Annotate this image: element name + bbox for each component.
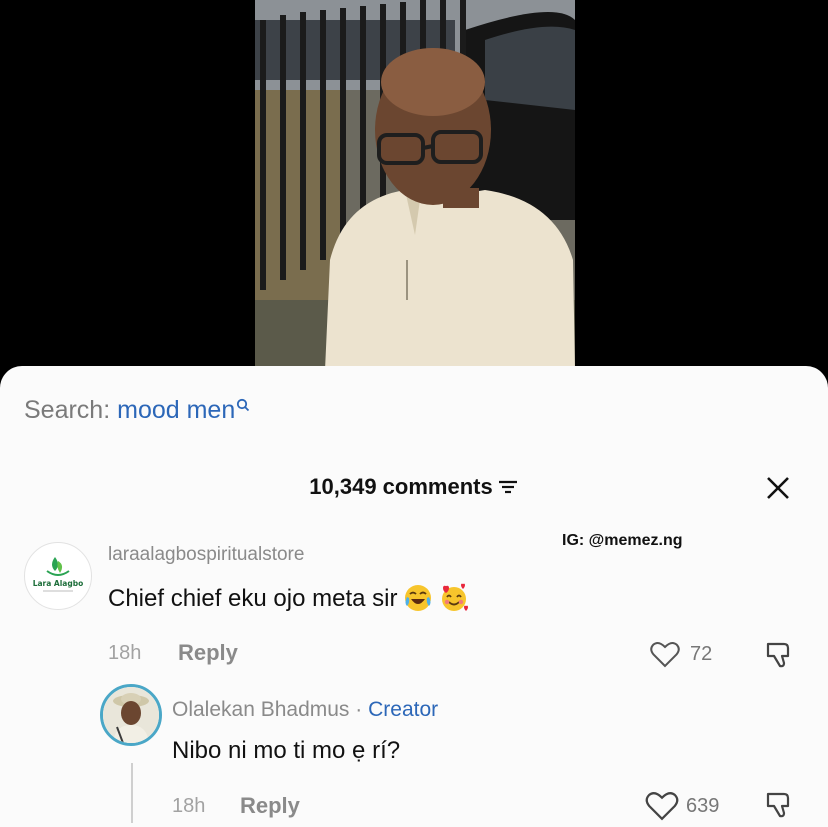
reply-reply-button[interactable]: Reply <box>240 793 300 819</box>
video-still-image <box>255 0 575 370</box>
comment-text: Chief chief eku ojo meta sir <box>108 583 469 613</box>
comment-text-body: Chief chief eku ojo meta sir <box>108 585 398 612</box>
thread-line <box>131 763 133 823</box>
close-icon[interactable] <box>766 476 790 500</box>
search-query[interactable]: mood men <box>117 396 235 424</box>
search-suggestion[interactable]: Search: mood men <box>24 396 250 425</box>
comments-count-header: 10,349 comments <box>0 474 828 500</box>
video-frame[interactable] <box>255 0 575 370</box>
dislike-icon[interactable] <box>764 640 796 672</box>
reply-text: Nibo ni mo ti mo ẹ rí? <box>172 737 401 764</box>
creator-avatar-photo <box>103 687 159 743</box>
heart-icon[interactable] <box>650 641 680 668</box>
creator-badge: Creator <box>368 698 439 721</box>
comment-time: 18h <box>108 642 142 664</box>
avatar-laraalagbo[interactable]: Lara Alagbo <box>24 542 92 610</box>
comment-username[interactable]: laraalagbospiritualstore <box>108 544 304 566</box>
comment-like-count: 72 <box>690 643 713 665</box>
comment-reply-button[interactable]: Reply <box>178 640 238 666</box>
reply-username[interactable]: Olalekan Bhadmus <box>172 698 349 721</box>
heart-icon[interactable] <box>644 791 680 821</box>
reply-separator: · <box>355 698 363 721</box>
reply-time: 18h <box>172 795 206 817</box>
reply-author: Olalekan Bhadmus · Creator <box>172 698 438 722</box>
comments-count: 10,349 comments <box>309 474 493 499</box>
avatar-olalekan-bhadmus[interactable] <box>100 684 162 746</box>
smiling-face-with-hearts-emoji <box>442 583 469 611</box>
search-prefix: Search: <box>24 396 111 424</box>
lara-alagbo-logo: Lara Alagbo <box>33 557 84 592</box>
reply-like-count: 639 <box>686 795 720 817</box>
watermark-text: IG: @memez.ng <box>562 532 683 549</box>
dislike-icon[interactable] <box>764 790 796 822</box>
comments-sheet: Search: mood men 10,349 comments IG: @me… <box>0 366 828 827</box>
search-icon <box>237 398 250 412</box>
sort-filter-icon[interactable] <box>497 478 519 496</box>
svg-text:Lara Alagbo: Lara Alagbo <box>33 579 84 588</box>
face-with-tears-of-joy-emoji <box>405 584 432 611</box>
